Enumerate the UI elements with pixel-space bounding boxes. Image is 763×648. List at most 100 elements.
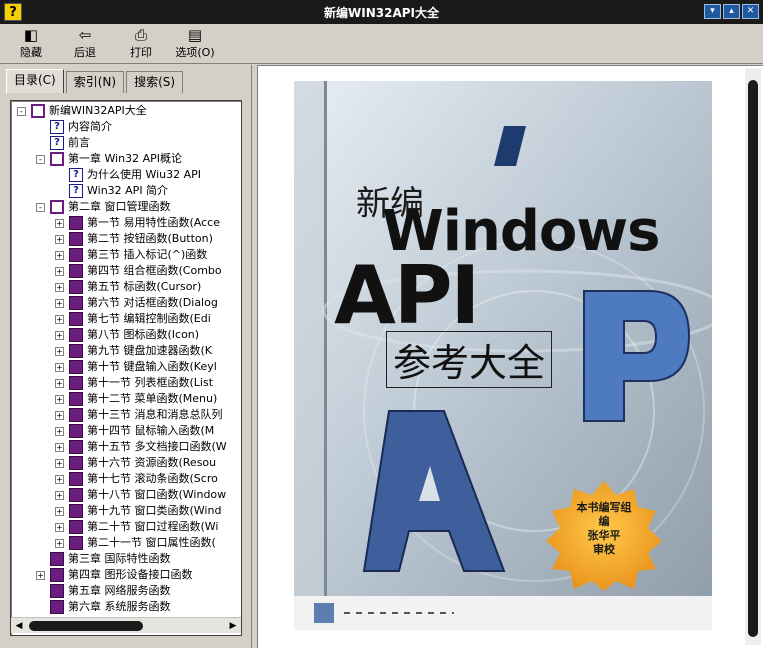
expand-icon[interactable]: + [55,251,64,260]
tree-item[interactable]: ? 前言 [11,135,241,151]
tree-item[interactable]: + 第十二节 菜单函数(Menu) [11,391,241,407]
book-icon [69,216,83,230]
close-icon[interactable]: ✕ [742,4,759,19]
tree-item[interactable]: + 第十六节 资源函数(Resou [11,455,241,471]
expand-icon[interactable]: + [55,283,64,292]
expand-icon[interactable]: + [55,395,64,404]
scroll-right-icon[interactable]: ▶ [226,619,240,633]
collapse-icon[interactable]: - [36,155,45,164]
tree-item[interactable]: 第五章 网络服务函数 [11,583,241,599]
tree-item[interactable]: + 第十一节 列表框函数(List [11,375,241,391]
book-icon [69,296,83,310]
tree-item[interactable]: + 第九节 键盘加速器函数(K [11,343,241,359]
scroll-thumb[interactable] [29,621,143,631]
tree-item[interactable]: + 第三节 插入标记(^)函数 [11,247,241,263]
expand-icon[interactable]: + [36,571,45,580]
tree-item[interactable]: - 第一章 Win32 API概论 [11,151,241,167]
hide-button[interactable]: ◧ 隐藏 [8,26,54,62]
back-label: 后退 [74,46,96,59]
tree-item-label: 第二节 按钮函数(Button) [87,232,213,245]
tree-item[interactable]: 第三章 国际特性函数 [11,551,241,567]
printer-icon: ⎙ [134,26,147,44]
back-button[interactable]: ⇦ 后退 [62,26,108,62]
minimize-icon[interactable]: ▾ [704,4,721,19]
tree-item[interactable]: + 第四节 组合框函数(Combo [11,263,241,279]
print-label: 打印 [130,46,152,59]
tree-item[interactable]: + 第七节 编辑控制函数(Edi [11,311,241,327]
book-icon [69,360,83,374]
expand-icon[interactable]: + [55,299,64,308]
expand-icon[interactable]: + [55,315,64,324]
expand-icon[interactable]: + [55,411,64,420]
tree-item[interactable]: ? 为什么使用 Wiu32 API [11,167,241,183]
expand-icon[interactable]: + [55,523,64,532]
tree-item[interactable]: + 第十九节 窗口类函数(Wind [11,503,241,519]
tree-item[interactable]: + 第十八节 窗口函数(Window [11,487,241,503]
tree-item[interactable]: + 第十七节 滚动条函数(Scro [11,471,241,487]
tree-item-label: 第六节 对话框函数(Dialog [87,296,218,309]
horizontal-scrollbar[interactable]: ◀ ▶ [11,617,241,633]
tree-item[interactable]: - 第二章 窗口管理函数 [11,199,241,215]
book-icon [50,584,64,598]
tree-item[interactable]: + 第八节 图标函数(Icon) [11,327,241,343]
tree-item[interactable]: 第六章 系统服务函数 [11,599,241,615]
tree-item[interactable]: + 第十五节 多文档接口函数(W [11,439,241,455]
cover-subtitle: 参考大全 [386,331,553,388]
book-icon [69,472,83,486]
tree-item[interactable]: + 第五节 标函数(Cursor) [11,279,241,295]
contents-tree[interactable]: - 新编WIN32API大全? 内容简介? 前言 - 第一章 Win32 API概论? 为什… [10,100,242,636]
expand-icon[interactable]: + [55,219,64,228]
tree-item[interactable]: + 第二节 按钮函数(Button) [11,231,241,247]
tree-item[interactable]: ? Win32 API 简介 [11,183,241,199]
expand-icon[interactable]: + [55,475,64,484]
expand-icon[interactable]: + [55,235,64,244]
scroll-thumb[interactable] [748,80,758,637]
expand-icon[interactable]: + [55,379,64,388]
tree-item-label: 内容简介 [68,120,112,133]
nav-tabs: 目录(C) 索引(N) 搜索(S) [6,69,185,93]
tree-item-label: 第十七节 滚动条函数(Scro [87,472,218,485]
scroll-left-icon[interactable]: ◀ [12,619,26,633]
book-icon [69,376,83,390]
tree-item-label: 第三节 插入标记(^)函数 [87,248,208,261]
collapse-icon[interactable]: - [36,203,45,212]
maximize-icon[interactable]: ▴ [723,4,740,19]
expand-icon[interactable]: + [55,267,64,276]
help-topic-icon: ? [69,184,83,198]
tree-item[interactable]: + 第二十一节 窗口属性函数( [11,535,241,551]
tree-item[interactable]: - 新编WIN32API大全 [11,103,241,119]
tree-item[interactable]: + 第十三节 消息和消息总队列 [11,407,241,423]
tree-item[interactable]: + 第六节 对话框函数(Dialog [11,295,241,311]
tree-item[interactable]: + 第十节 键盘输入函数(Keyl [11,359,241,375]
book-icon [69,264,83,278]
expand-icon[interactable]: + [55,331,64,340]
tab-search[interactable]: 搜索(S) [126,71,184,93]
tree-item[interactable]: + 第二十节 窗口过程函数(Wi [11,519,241,535]
expand-icon[interactable]: + [55,491,64,500]
expand-icon[interactable]: + [55,539,64,548]
expand-icon[interactable]: + [55,459,64,468]
options-button[interactable]: ▤ 选项(O) [170,26,220,62]
expand-icon[interactable]: + [55,443,64,452]
collapse-icon[interactable]: - [17,107,26,116]
tab-index[interactable]: 索引(N) [65,71,125,93]
expand-icon[interactable]: + [55,347,64,356]
print-button[interactable]: ⎙ 打印 [118,26,164,62]
tree-item[interactable]: + 第四章 图形设备接口函数 [11,567,241,583]
tree-item-label: 第十一节 列表框函数(List [87,376,214,389]
expand-icon[interactable]: + [55,363,64,372]
vertical-scrollbar[interactable] [745,68,761,645]
open-book-icon [50,152,64,166]
tree-item-label: 第一节 易用特性函数(Acce [87,216,220,229]
tree-item[interactable]: + 第十四节 鼠标输入函数(M [11,423,241,439]
tab-contents[interactable]: 目录(C) [6,69,64,93]
tree-item-label: 第二章 窗口管理函数 [68,200,171,213]
book-cover-image: 新编 Windows API 参考大全 本书编写组 编 张华平 审校 [294,81,712,630]
expand-icon[interactable]: + [55,507,64,516]
tree-item[interactable]: ? 内容简介 [11,119,241,135]
badge-line-2: 编 [598,515,610,528]
options-icon: ▤ [187,26,203,44]
badge-line-3: 张华平 [587,529,621,542]
tree-item[interactable]: + 第一节 易用特性函数(Acce [11,215,241,231]
expand-icon[interactable]: + [55,427,64,436]
